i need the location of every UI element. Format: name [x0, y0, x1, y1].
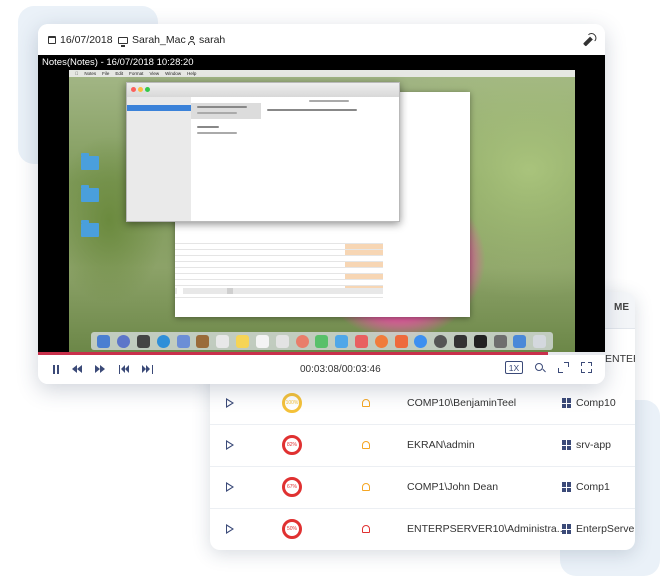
notes-sidebar	[127, 97, 192, 221]
notes-list	[191, 97, 262, 221]
user-name: ENTERPSERVER10\Administra...	[407, 523, 566, 535]
risk-score-ring: 82%	[282, 435, 302, 455]
computer-name: EnterpServer10	[576, 523, 635, 535]
table-row[interactable]: 50% ENTERPSERVER10\Administra... EnterpS…	[210, 508, 635, 550]
fast-forward-icon[interactable]	[95, 365, 106, 374]
video-window-title: Notes(Notes) - 16/07/2018 10:28:20	[38, 55, 605, 70]
desktop-folder-icon	[81, 185, 99, 202]
session-computer-text: Sarah_Mac	[132, 34, 186, 46]
playback-controls: 00:03:08/00:03:46 1X	[38, 355, 605, 384]
player-header: 16/07/2018 Sarah_Mac sarah	[38, 24, 605, 55]
wrench-icon[interactable]	[582, 34, 596, 47]
session-date-text: 16/07/2018	[60, 34, 113, 46]
calendar-icon	[48, 36, 56, 44]
alert-bell-icon	[362, 399, 370, 407]
computer-name: Comp1	[576, 481, 610, 493]
pause-icon[interactable]	[53, 365, 59, 374]
play-icon[interactable]	[226, 398, 234, 408]
expand-icon[interactable]	[558, 362, 569, 373]
notes-toolbar	[127, 83, 399, 98]
session-user: sarah	[188, 34, 225, 46]
computer-name: Comp10	[576, 397, 616, 409]
recorded-dock	[91, 332, 553, 350]
playback-speed-button[interactable]: 1X	[505, 361, 523, 374]
fullscreen-icon[interactable]	[581, 362, 592, 373]
zoom-icon[interactable]	[535, 363, 545, 373]
table-row[interactable]: 67% COMP1\John Dean Comp1	[210, 466, 635, 509]
alert-bell-icon	[362, 525, 370, 533]
session-user-text: sarah	[199, 34, 226, 46]
windows-icon	[562, 398, 572, 408]
play-icon[interactable]	[226, 482, 234, 492]
table-row[interactable]: 100% COMP10\BenjaminTeel Comp10	[210, 382, 635, 425]
spreadsheet-tabs	[175, 288, 383, 294]
spreadsheet-rows	[175, 238, 383, 298]
playback-time: 00:03:08/00:03:46	[300, 364, 381, 375]
rewind-icon[interactable]	[72, 365, 83, 374]
recorded-desktop-screenshot: NotesFileEditFormatViewWindowHelp	[69, 70, 575, 352]
session-computer: Sarah_Mac	[118, 34, 186, 47]
table-row[interactable]: 82% EKRAN\admin srv-app	[210, 424, 635, 467]
play-icon[interactable]	[226, 524, 234, 534]
session-player-card: 16/07/2018 Sarah_Mac sarah Notes(Notes) …	[38, 24, 605, 384]
user-name: COMP1\John Dean	[407, 481, 499, 493]
session-date: 16/07/2018	[48, 34, 113, 46]
play-icon[interactable]	[226, 440, 234, 450]
risk-score-ring: 50%	[282, 519, 302, 539]
recorded-menubar: NotesFileEditFormatViewWindowHelp	[69, 70, 575, 77]
column-header-name: ME	[614, 302, 629, 313]
user-icon	[188, 35, 195, 45]
alert-bell-icon	[362, 441, 370, 449]
risk-score-ring: 67%	[282, 477, 302, 497]
windows-icon	[562, 524, 572, 534]
recorded-notes-window	[126, 82, 400, 222]
user-name: COMP10\BenjaminTeel	[407, 397, 517, 409]
desktop-folder-icon	[81, 153, 99, 170]
user-name: EKRAN\admin	[407, 439, 475, 451]
video-frame[interactable]: NotesFileEditFormatViewWindowHelp	[38, 70, 605, 352]
risk-score-ring: 100%	[282, 393, 302, 413]
monitor-icon	[118, 36, 128, 47]
alert-bell-icon	[362, 483, 370, 491]
windows-icon	[562, 482, 572, 492]
skip-forward-icon[interactable]	[142, 365, 153, 374]
skip-back-icon[interactable]	[119, 365, 130, 374]
windows-icon	[562, 440, 572, 450]
computer-name: srv-app	[576, 439, 612, 451]
notes-content	[261, 97, 399, 221]
computer-name: ENTERPSERV	[605, 353, 635, 365]
desktop-folder-icon	[81, 220, 99, 237]
